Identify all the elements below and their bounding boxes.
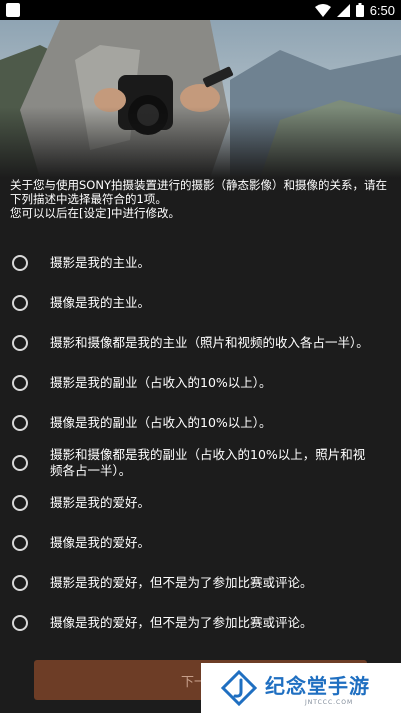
option-item[interactable]: 摄影和摄像都是我的副业（占收入的10%以上，照片和视频各占一半）。 [0, 443, 401, 483]
radio-button[interactable] [12, 255, 28, 271]
option-label: 摄影和摄像都是我的主业（照片和视频的收入各占一半）。 [50, 335, 369, 350]
intro-settings-note: 您可以以后在[设定]中进行修改。 [10, 206, 180, 220]
radio-button[interactable] [12, 495, 28, 511]
signal-icon [336, 3, 350, 17]
watermark-subtitle: JNTCCC.COM [305, 699, 354, 706]
radio-button[interactable] [12, 575, 28, 591]
radio-button[interactable] [12, 375, 28, 391]
option-item[interactable]: 摄影是我的爱好。 [0, 483, 401, 523]
option-item[interactable]: 摄影是我的主业。 [0, 243, 401, 283]
option-label: 摄影是我的主业。 [50, 255, 151, 270]
site-watermark: 纪念堂手游 JNTCCC.COM [201, 663, 401, 713]
radio-button[interactable] [12, 535, 28, 551]
option-item[interactable]: 摄像是我的爱好。 [0, 523, 401, 563]
wifi-icon [314, 3, 331, 17]
option-label: 摄像是我的主业。 [50, 295, 151, 310]
intro-description: 关于您与使用SONY拍摄装置进行的摄影（静态影像）和摄像的关系，请在下列描述中选… [10, 178, 387, 206]
option-item[interactable]: 摄影和摄像都是我的主业（照片和视频的收入各占一半）。 [0, 323, 401, 363]
option-item[interactable]: 摄像是我的主业。 [0, 283, 401, 323]
site-logo-icon [221, 670, 257, 706]
status-time: 6:50 [369, 2, 395, 18]
intro-text: 关于您与使用SONY拍摄装置进行的摄影（静态影像）和摄像的关系，请在下列描述中选… [10, 178, 392, 220]
option-label: 摄像是我的副业（占收入的10%以上）。 [50, 415, 272, 430]
battery-icon [355, 3, 364, 17]
notification-icon [6, 3, 20, 17]
option-label: 摄影和摄像都是我的副业（占收入的10%以上，照片和视频各占一半）。 [50, 447, 366, 478]
option-label: 摄像是我的爱好，但不是为了参加比赛或评论。 [50, 615, 313, 630]
option-label: 摄像是我的爱好。 [50, 535, 151, 550]
option-label: 摄影是我的爱好，但不是为了参加比赛或评论。 [50, 575, 313, 590]
option-item[interactable]: 摄像是我的副业（占收入的10%以上）。 [0, 403, 401, 443]
radio-button[interactable] [12, 335, 28, 351]
option-item[interactable]: 摄影是我的副业（占收入的10%以上）。 [0, 363, 401, 403]
status-bar: 6:50 [0, 0, 401, 20]
radio-button[interactable] [12, 295, 28, 311]
option-item[interactable]: 摄像是我的爱好，但不是为了参加比赛或评论。 [0, 603, 401, 643]
options-list: 摄影是我的主业。 摄像是我的主业。 摄影和摄像都是我的主业（照片和视频的收入各占… [0, 243, 401, 643]
watermark-title: 纪念堂手游 [265, 674, 370, 698]
radio-button[interactable] [12, 455, 28, 471]
radio-button[interactable] [12, 415, 28, 431]
hero-image [0, 20, 401, 178]
option-label: 摄影是我的爱好。 [50, 495, 151, 510]
radio-button[interactable] [12, 615, 28, 631]
option-label: 摄影是我的副业（占收入的10%以上）。 [50, 375, 272, 390]
option-item[interactable]: 摄影是我的爱好，但不是为了参加比赛或评论。 [0, 563, 401, 603]
